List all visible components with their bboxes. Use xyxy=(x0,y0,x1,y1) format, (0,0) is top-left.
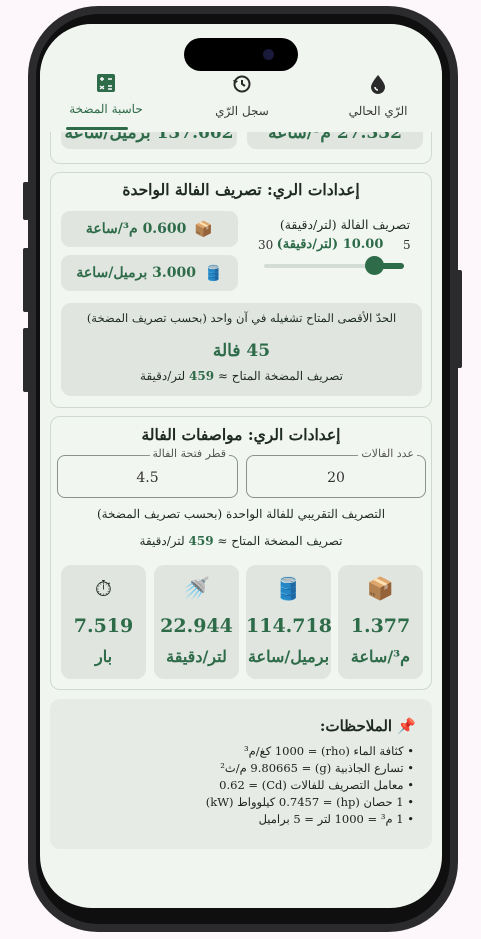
valve-specs-title: إعدادات الري: مواصفات الفالة xyxy=(141,425,341,444)
list-item: معامل التصريف للفالات (Cd) = 0.62 xyxy=(206,777,414,794)
stat-m3-value: 1.377 xyxy=(350,615,411,637)
dynamic-island xyxy=(184,38,298,71)
tab-pump-calculator[interactable]: حاسبة المضخة xyxy=(56,74,156,116)
tab-current-irrigation[interactable]: الرّي الحالي xyxy=(328,74,428,118)
available-flow-line: تصريف المضخة المتاح ≈ 459 لتر/دقيقة xyxy=(140,369,343,383)
max-valves-panel: الحدّ الأقصى المتاح تشغيله في آن واحد (ب… xyxy=(61,303,422,396)
valve-diameter-value: 4.5 xyxy=(136,470,159,486)
slider-max-label: 30 xyxy=(258,238,274,252)
stat-barrel-value: 114.718 xyxy=(246,615,332,637)
notes-card: 📌 الملاحظات: كثافة الماء (rho) = 1000 كغ… xyxy=(50,699,432,849)
active-tab-indicator xyxy=(66,127,128,130)
list-item: 1 م³ = 1000 لتر = 5 براميل xyxy=(206,811,414,828)
max-valves-caption: الحدّ الأقصى المتاح تشغيله في آن واحد (ب… xyxy=(86,311,397,325)
stat-m3-card: 📦 1.377 م³/ساعة xyxy=(338,565,423,679)
list-item: تسارع الجاذبية (g) = 9.80665 م/ث² xyxy=(206,760,414,777)
list-item: 1 حصان (hp) = 0.7457 كيلوواط (kW) xyxy=(206,794,414,811)
slider-min-label: 5 xyxy=(403,238,411,252)
barrel-icon: 🛢️ xyxy=(203,264,223,282)
stopwatch-icon: ⏱ xyxy=(94,577,113,602)
slider-value: 10.00 (لتر/دقيقة) xyxy=(276,237,384,252)
stat-pressure-unit: بار xyxy=(94,647,113,666)
stat-pressure-card: ⏱ 7.519 بار xyxy=(61,565,146,679)
valve-diameter-label: قطر فتحة الفالة xyxy=(149,447,229,460)
specs-available-flow-line: تصريف المضخة المتاح ≈ 459 لتر/دقيقة xyxy=(139,534,343,548)
notes-list: كثافة الماء (rho) = 1000 كغ/م³ تسارع الج… xyxy=(206,743,414,828)
box-icon: 📦 xyxy=(194,220,214,238)
stat-lpm-card: 🚿 22.944 لتر/دقيقة xyxy=(154,565,239,679)
stat-pressure-value: 7.519 xyxy=(73,615,134,637)
scroll-content[interactable]: 137.662 برميل/ساعة 27.332 م³/ساعة إعدادا… xyxy=(40,24,442,908)
valve-count-label: عدد الفالات xyxy=(358,447,417,460)
stat-m3-unit: م³/ساعة xyxy=(350,647,411,666)
shower-icon: 🚿 xyxy=(182,577,211,602)
max-valves-value: 45 فالة xyxy=(212,341,271,361)
valve-count-field[interactable]: عدد الفالات 20 xyxy=(246,447,426,498)
stat-barrel-card: 🛢️ 114.718 برميل/ساعة xyxy=(246,565,332,679)
flow-barrel-chip: 🛢️ 3.000 برميل/ساعة xyxy=(61,255,238,291)
stat-barrel-unit: برميل/ساعة xyxy=(247,647,330,666)
water-drop-icon xyxy=(371,75,385,94)
stat-lpm-value: 22.944 xyxy=(160,615,233,637)
flow-m3-chip: 📦 0.600 م³/ساعة xyxy=(61,211,238,247)
slider-thumb[interactable] xyxy=(365,256,384,275)
notes-title: 📌 الملاحظات: xyxy=(319,717,416,735)
tab-irrigation-log[interactable]: سجل الرّي xyxy=(192,74,292,118)
single-valve-title: إعدادات الري: تصريف الفالة الواحدة xyxy=(122,180,360,199)
barrel-icon: 🛢️ xyxy=(274,577,303,602)
box-icon: 📦 xyxy=(366,577,395,602)
history-icon xyxy=(233,75,251,93)
approx-flow-caption: التصريف التقريبي للفالة الواحدة (بحسب تص… xyxy=(96,507,386,521)
stat-lpm-unit: لتر/دقيقة xyxy=(166,647,227,666)
app-screen: 137.662 برميل/ساعة 27.332 م³/ساعة إعدادا… xyxy=(40,24,442,908)
slider-label: تصريف الفالة (لتر/دقيقة) xyxy=(279,217,411,232)
valve-count-value: 20 xyxy=(327,470,345,486)
calculator-icon xyxy=(97,74,115,92)
valve-diameter-field[interactable]: قطر فتحة الفالة 4.5 xyxy=(57,447,238,498)
list-item: كثافة الماء (rho) = 1000 كغ/م³ xyxy=(206,743,414,760)
